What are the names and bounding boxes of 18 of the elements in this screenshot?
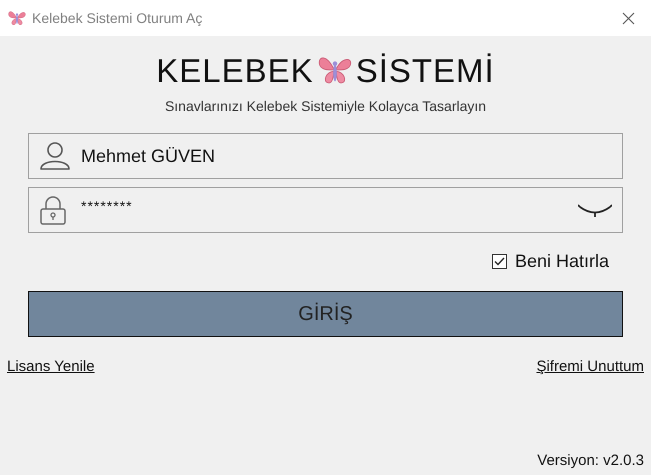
checkbox-label: Beni Hatırla bbox=[514, 250, 609, 273]
password-field[interactable]: ******** bbox=[28, 187, 623, 233]
window-title: Kelebek Sistemi Oturum Aç bbox=[32, 8, 202, 28]
butterfly-icon bbox=[8, 9, 26, 27]
text-link[interactable]: Lisans Yenile bbox=[7, 356, 95, 378]
version-label: Versiyon: v2.0.3 bbox=[537, 450, 644, 470]
login-button[interactable]: GİRİŞ bbox=[28, 291, 623, 337]
text-link[interactable]: Şifremi Unuttum bbox=[536, 356, 644, 378]
subtitle: Sınavlarınızı Kelebek Sistemiyle Kolayca Tasarlayın bbox=[164, 97, 488, 116]
logo-text: SİSTEMİ bbox=[356, 54, 495, 86]
user-icon bbox=[39, 141, 71, 171]
closed-eye-icon[interactable] bbox=[578, 204, 612, 218]
remember-checkbox[interactable] bbox=[492, 254, 507, 269]
check-icon bbox=[494, 257, 505, 266]
username-field[interactable]: Mehmet GÜVEN bbox=[28, 133, 623, 179]
lock-icon bbox=[39, 196, 67, 226]
logo-text: KELEBEK bbox=[156, 54, 314, 86]
close-icon[interactable] bbox=[622, 12, 635, 24]
